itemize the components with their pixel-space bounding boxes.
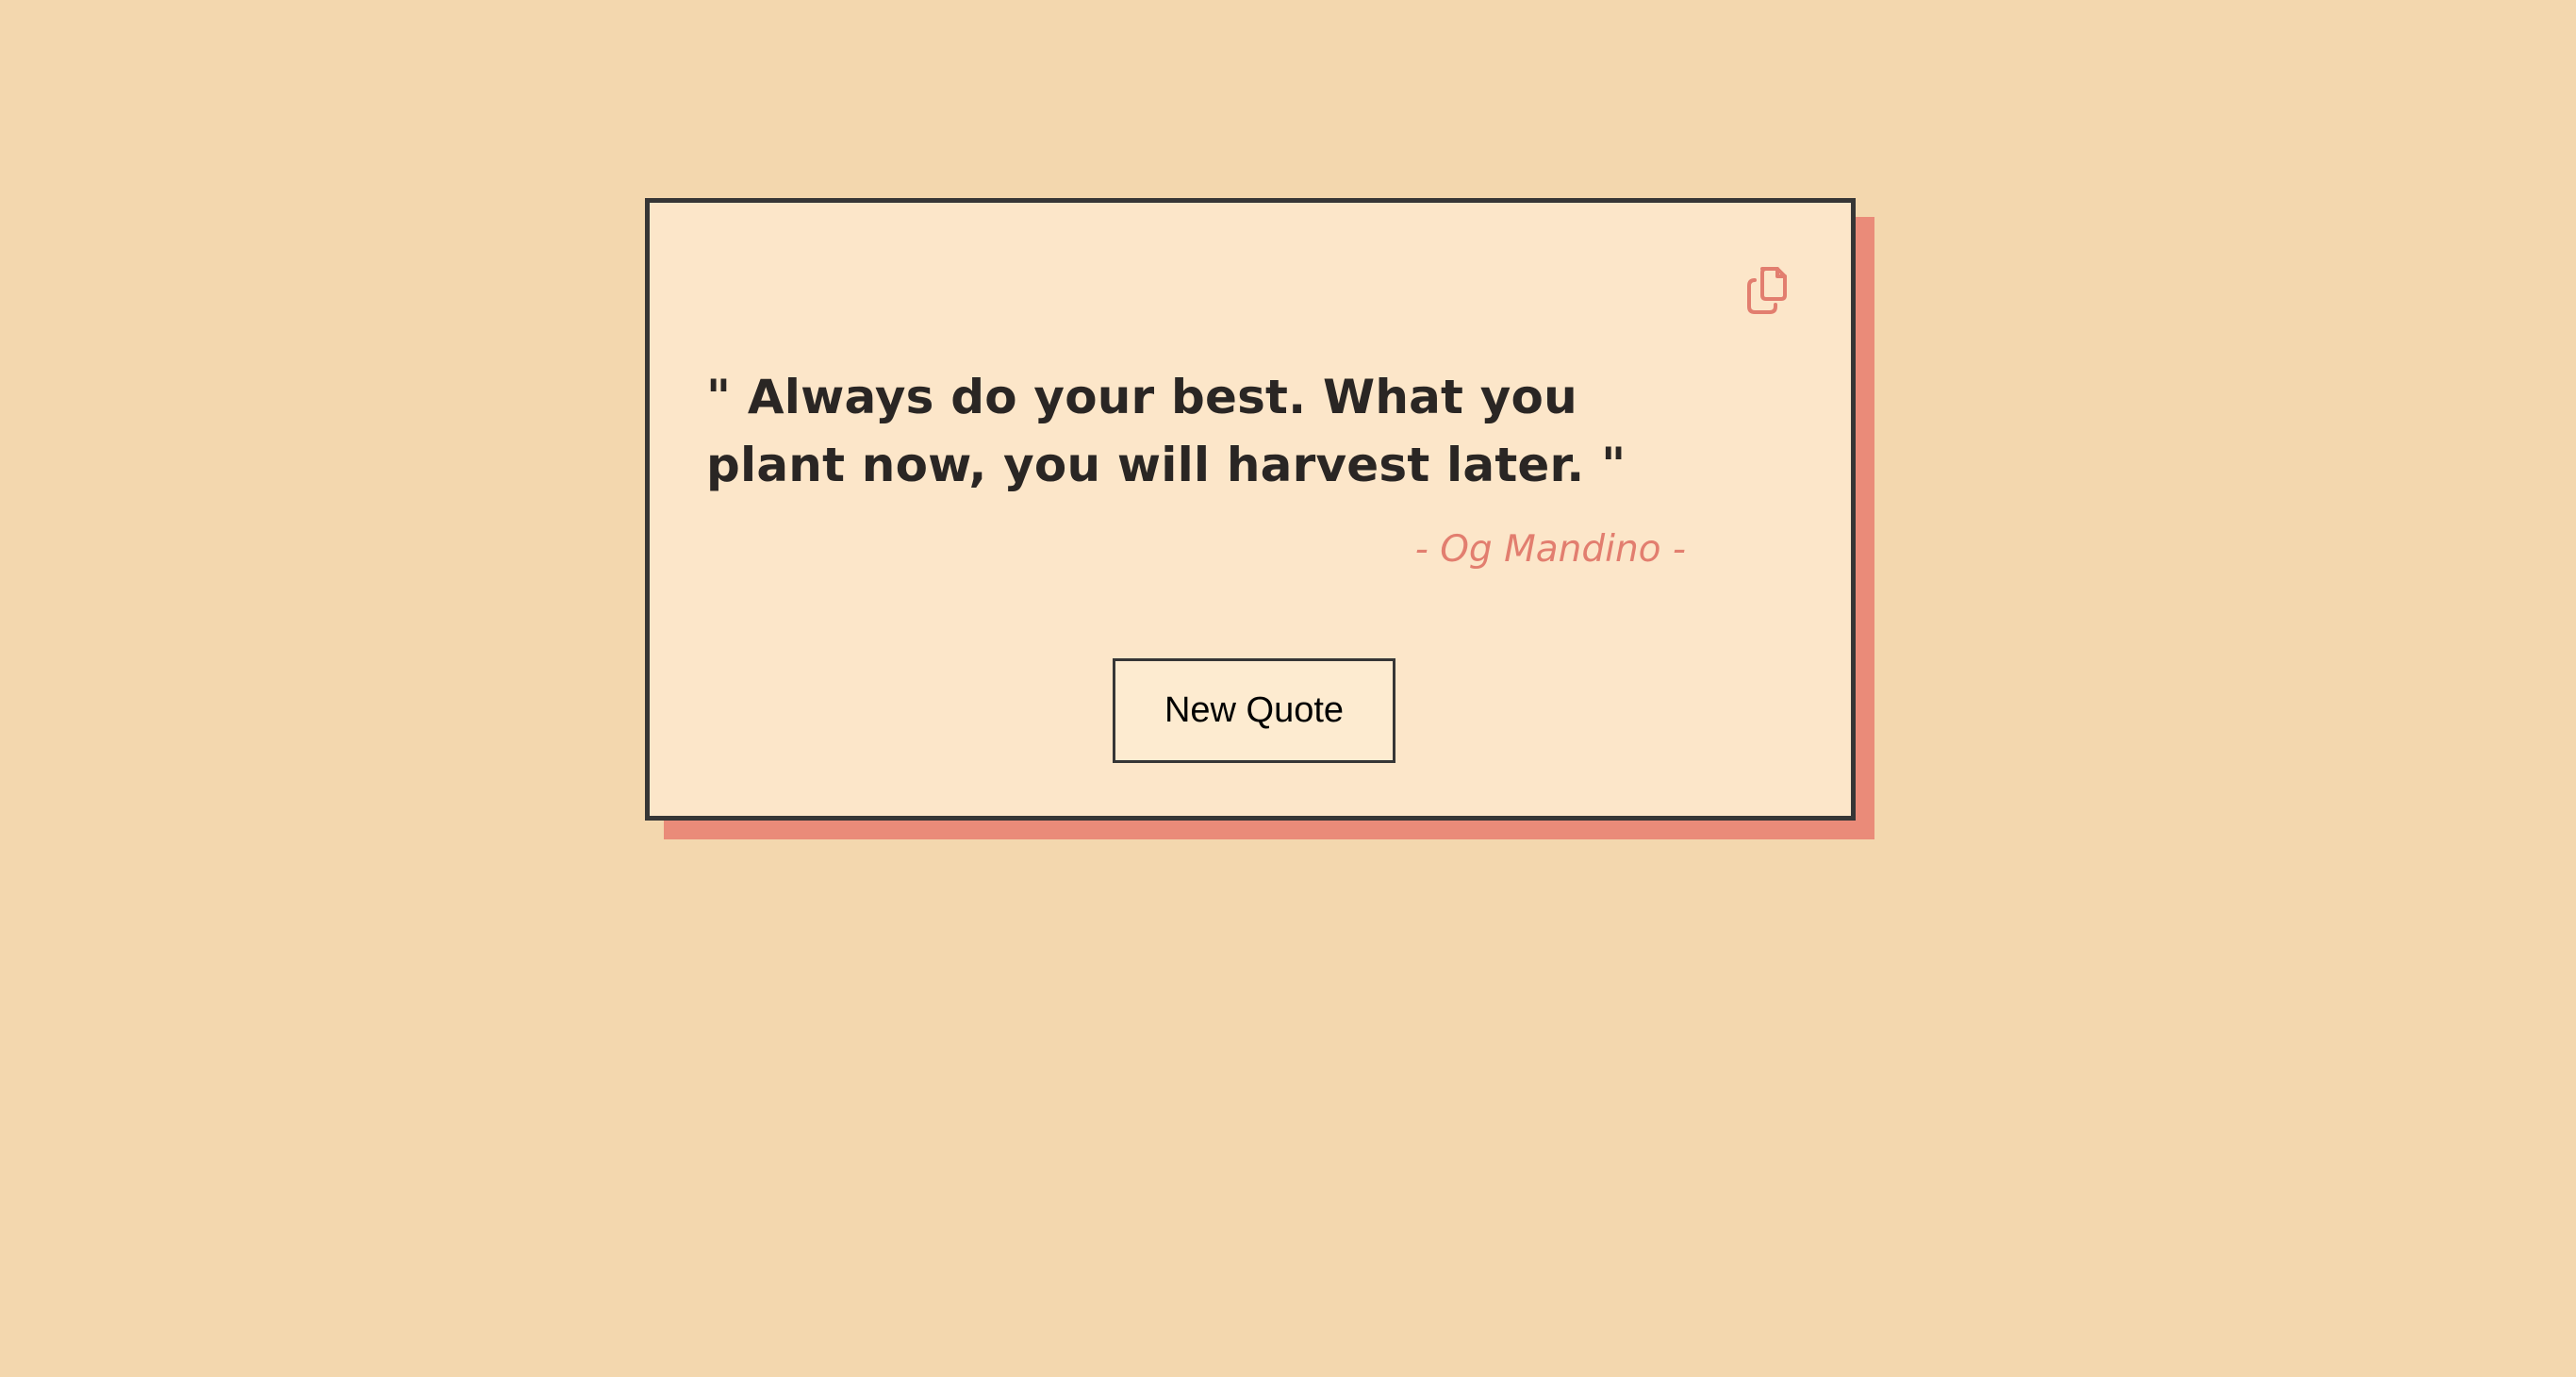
quote-text: " Always do your best. What you plant no… [706,370,1627,492]
quote-card: " Always do your best. What you plant no… [645,198,1856,821]
new-quote-button[interactable]: New Quote [1113,658,1395,763]
copy-button[interactable] [1740,261,1796,318]
quote-author: - Og Mandino - [1414,528,1686,571]
copy-icon [1747,267,1787,314]
